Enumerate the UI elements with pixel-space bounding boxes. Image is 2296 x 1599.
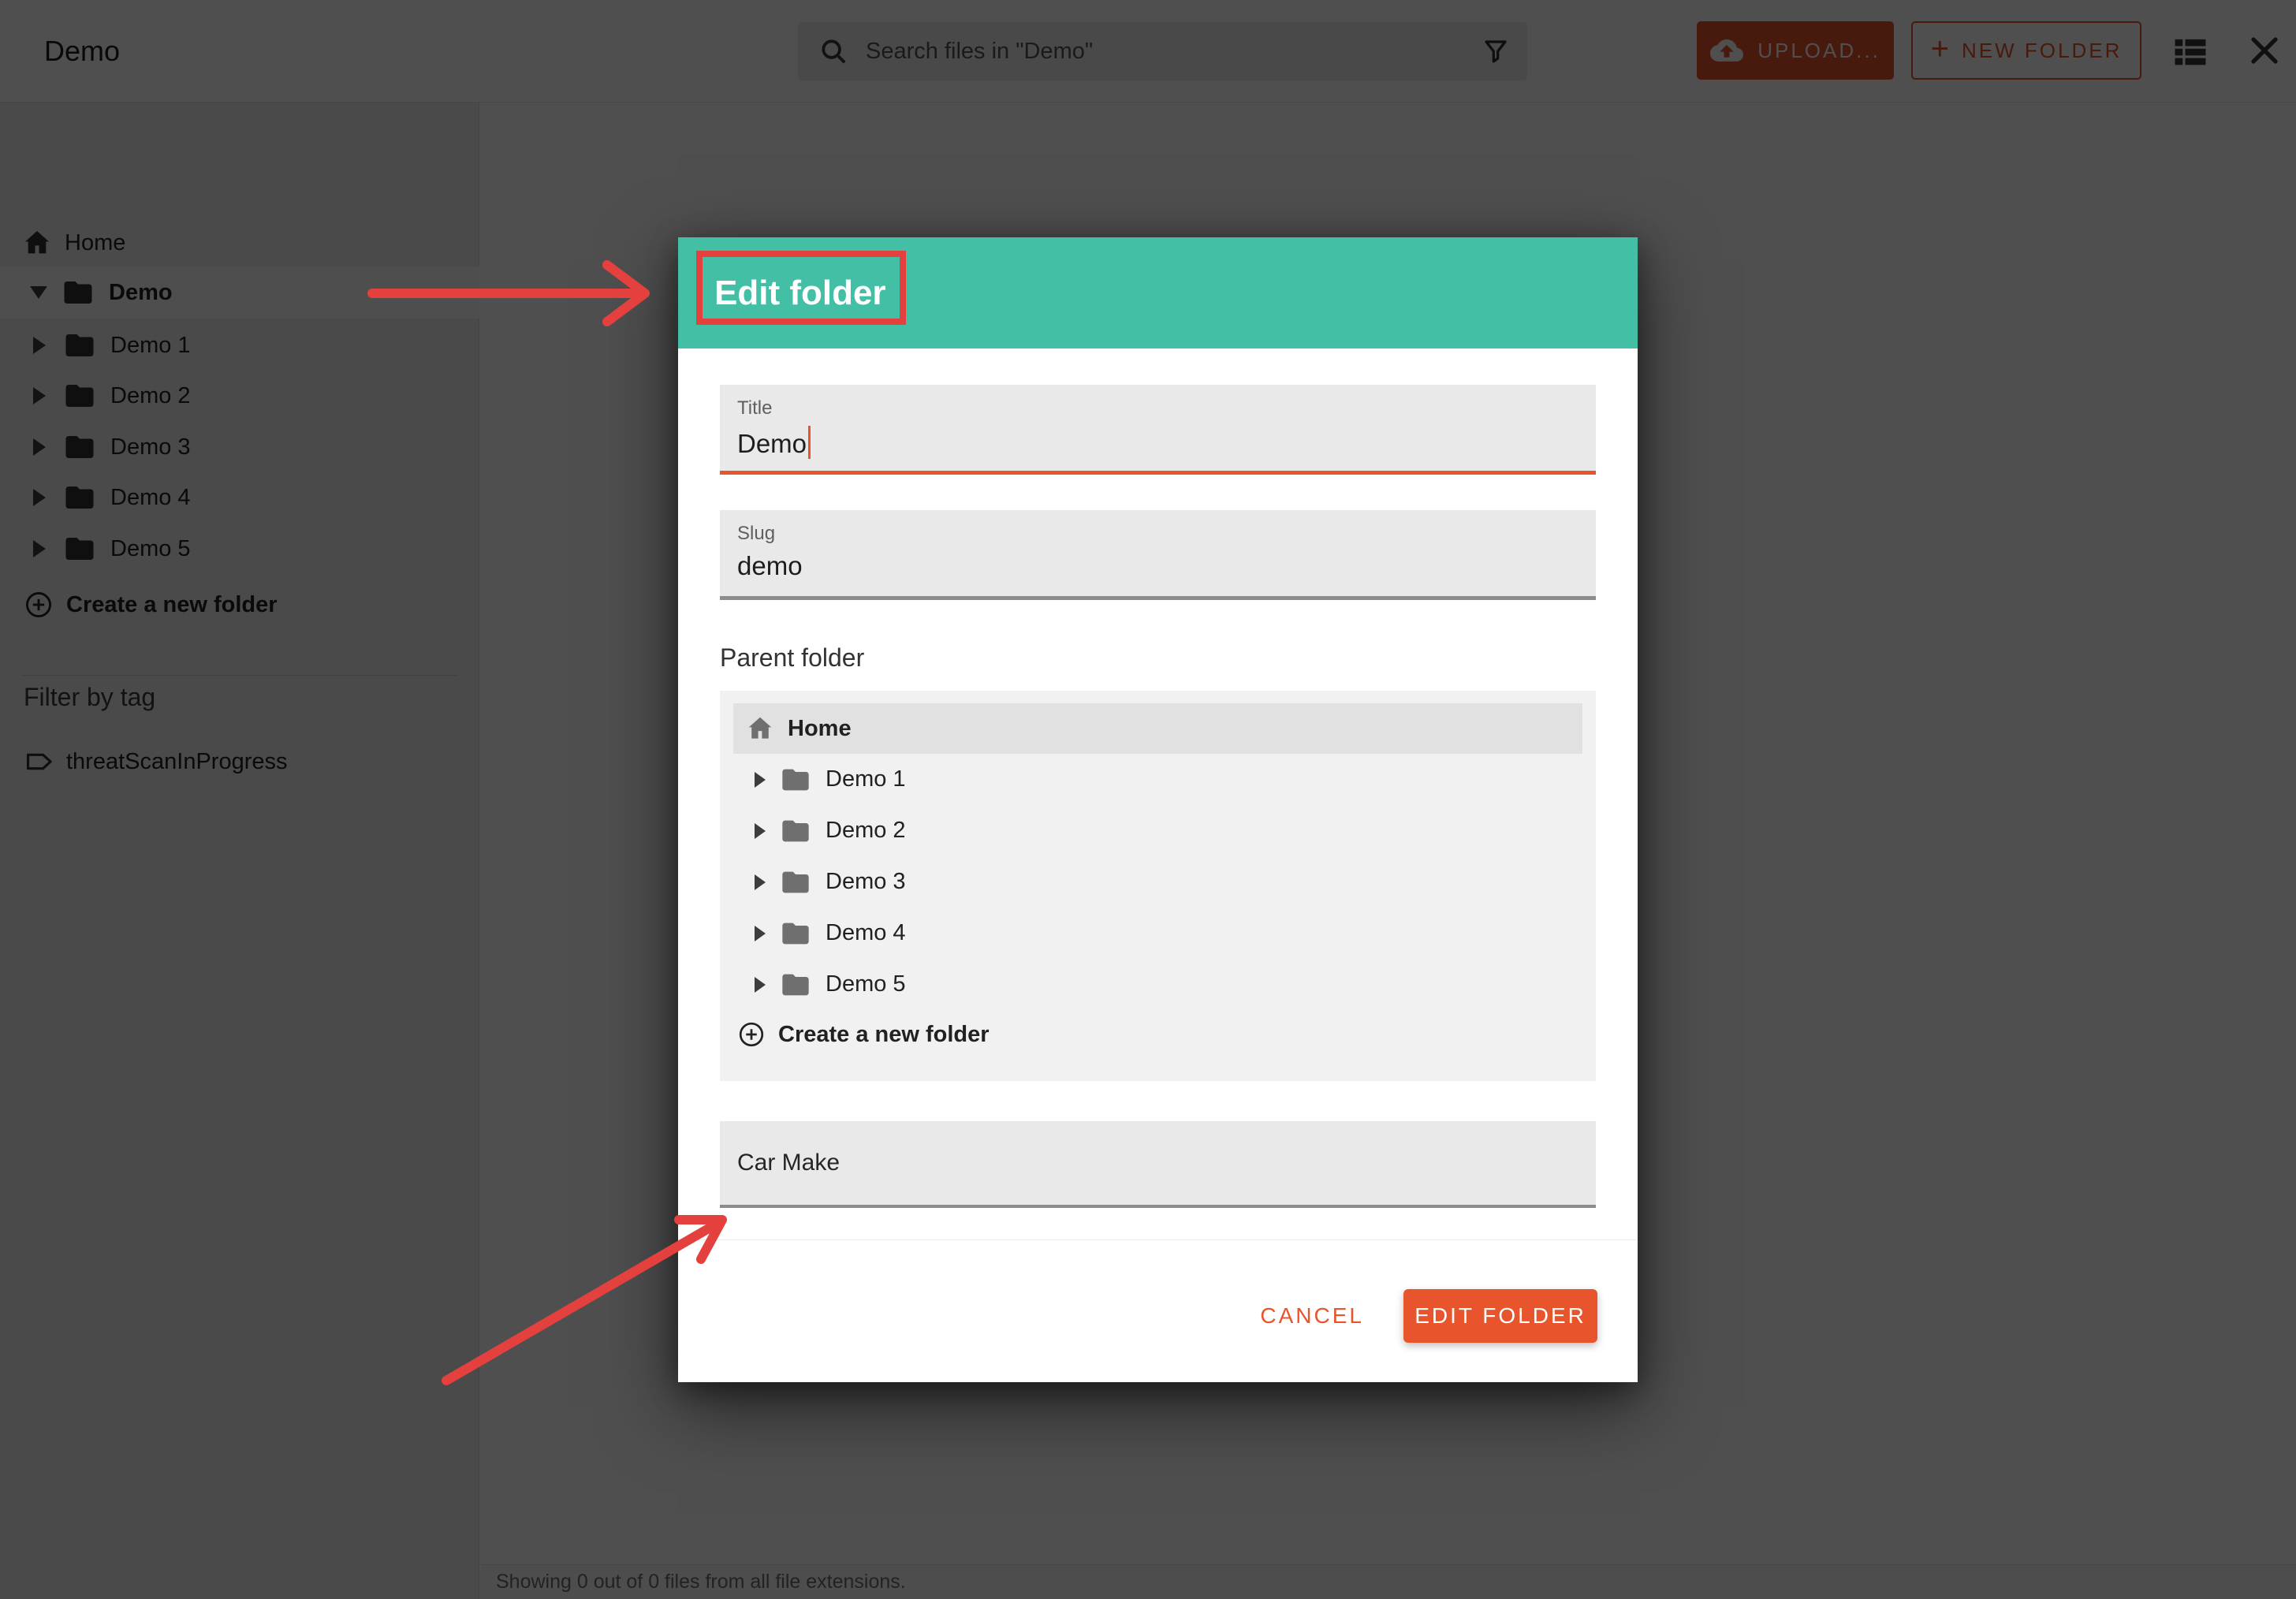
- add-circle-icon: [737, 1020, 766, 1049]
- modal-header: Edit folder: [678, 237, 1638, 348]
- tree-item-label: Demo 1: [826, 766, 906, 792]
- modal-footer: CANCEL EDIT FOLDER: [1252, 1289, 1597, 1343]
- folder-icon: [780, 918, 811, 949]
- slug-field-label: Slug: [737, 523, 775, 545]
- home-icon: [745, 714, 775, 744]
- folder-icon: [780, 764, 811, 796]
- tree-item-label: Home: [788, 716, 852, 742]
- car-make-label: Car Make: [737, 1150, 840, 1176]
- folder-icon: [780, 815, 811, 847]
- parent-folder-heading: Parent folder: [720, 643, 864, 673]
- tree-item-label: Demo 5: [826, 971, 906, 997]
- tree-item-label: Demo 3: [826, 869, 906, 895]
- chevron-right-icon[interactable]: [755, 823, 766, 839]
- footer-divider: [678, 1239, 1638, 1240]
- title-field-label: Title: [737, 397, 772, 419]
- chevron-right-icon[interactable]: [755, 874, 766, 890]
- tree-item-label: Demo 2: [826, 818, 906, 844]
- folder-icon: [780, 969, 811, 1001]
- edit-folder-submit-button[interactable]: EDIT FOLDER: [1403, 1289, 1597, 1343]
- folder-icon: [780, 867, 811, 898]
- tree-item-demo3[interactable]: Demo 3: [720, 856, 1596, 908]
- modal-title: Edit folder: [714, 237, 886, 348]
- tree-create-folder[interactable]: Create a new folder: [720, 1010, 1596, 1059]
- tree-item-demo1[interactable]: Demo 1: [720, 754, 1596, 805]
- parent-folder-tree: Home Demo 1 Demo 2 Demo 3 Demo 4 Demo 5: [720, 691, 1596, 1081]
- chevron-right-icon[interactable]: [755, 977, 766, 993]
- chevron-right-icon[interactable]: [755, 926, 766, 941]
- title-field[interactable]: Title Demo: [720, 385, 1596, 475]
- tree-item-label: Demo 4: [826, 920, 906, 946]
- tree-item-demo5[interactable]: Demo 5: [720, 959, 1596, 1010]
- edit-folder-modal: Edit folder Title Demo Slug demo Parent …: [678, 237, 1638, 1382]
- car-make-select[interactable]: Car Make: [720, 1121, 1596, 1208]
- title-field-value[interactable]: Demo: [737, 426, 811, 459]
- create-folder-label: Create a new folder: [778, 1022, 990, 1048]
- text-cursor: [808, 426, 811, 459]
- tree-item-demo2[interactable]: Demo 2: [720, 805, 1596, 856]
- chevron-right-icon[interactable]: [755, 772, 766, 788]
- slug-field[interactable]: Slug demo: [720, 510, 1596, 600]
- cancel-button[interactable]: CANCEL: [1252, 1303, 1372, 1329]
- tree-item-home-selected[interactable]: Home: [733, 703, 1582, 754]
- slug-field-value[interactable]: demo: [737, 551, 803, 581]
- tree-item-demo4[interactable]: Demo 4: [720, 908, 1596, 959]
